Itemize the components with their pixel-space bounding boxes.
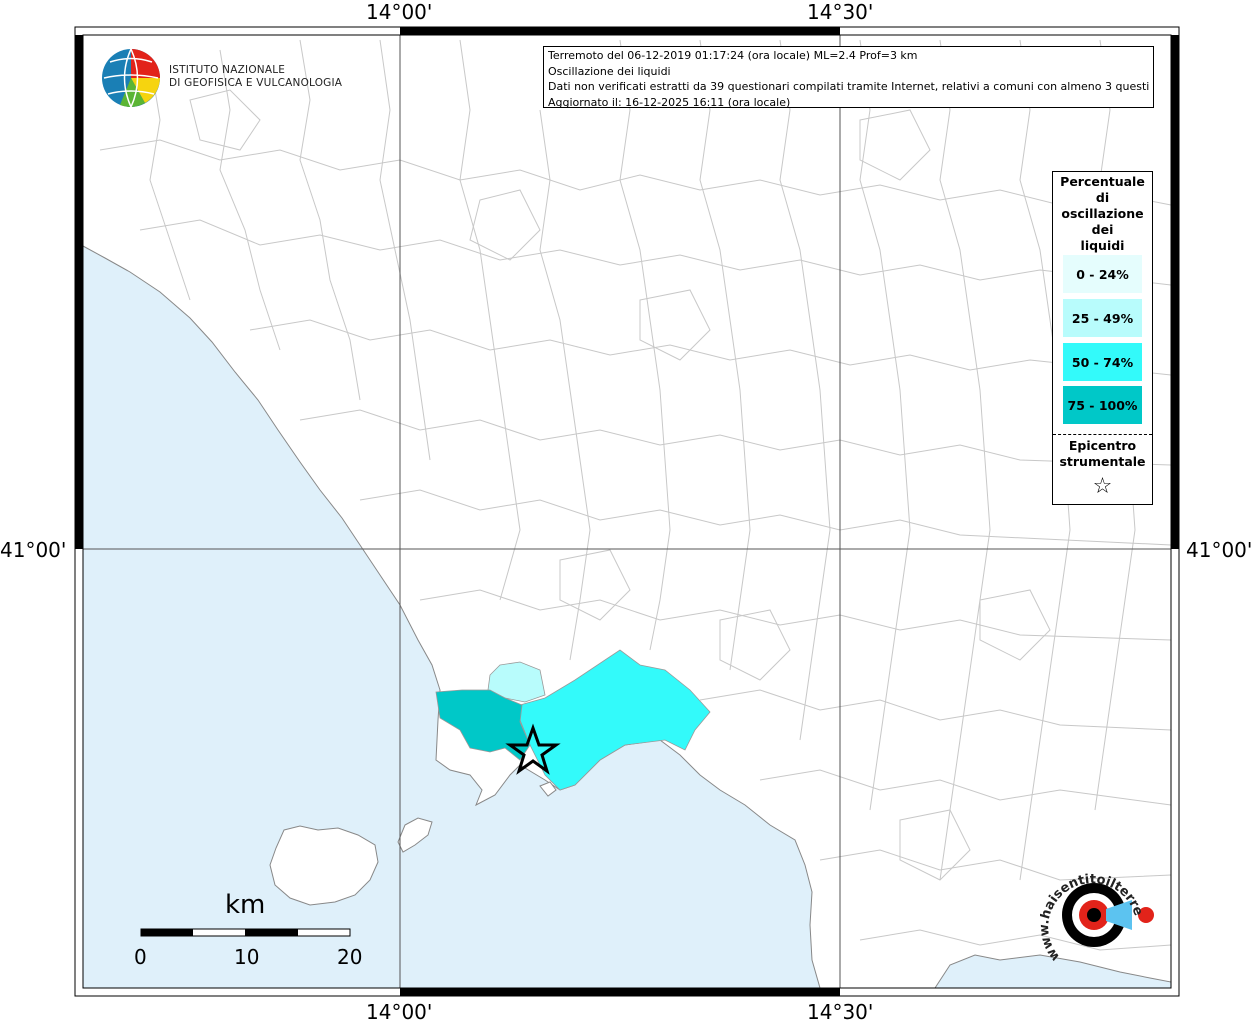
legend-epicenter-line: strumentale xyxy=(1059,454,1146,469)
event-info-box: Terremoto del 06-12-2019 01:17:24 (ora l… xyxy=(543,46,1154,109)
lat-label-right: 41°00' xyxy=(1186,538,1253,562)
update-time: Aggiornato il: 16-12-2025 16:11 (ora loc… xyxy=(548,95,791,109)
lat-label-left: 41°00' xyxy=(0,538,67,562)
scale-label-10: 10 xyxy=(234,945,260,969)
legend-epicenter-line: Epicentro xyxy=(1068,438,1137,453)
event-title: Terremoto del 06-12-2019 01:17:24 (ora l… xyxy=(548,49,918,62)
legend-star-icon: ☆ xyxy=(1092,474,1113,499)
scale-bar xyxy=(140,928,351,937)
legend-separator xyxy=(1053,434,1152,435)
legend-title-line: oscillazione xyxy=(1061,206,1144,221)
legend-title-line: di xyxy=(1095,190,1110,205)
map-subject: Oscillazione dei liquidi xyxy=(548,64,671,78)
legend: Percentuale di oscillazione dei liquidi … xyxy=(1052,171,1153,505)
watermark: www.haisentitoilterremoto.it xyxy=(1033,851,1146,972)
ingv-logo-text: ISTITUTO NAZIONALE DI GEOFISICA E VULCAN… xyxy=(169,64,342,90)
legend-title-line: dei xyxy=(1091,222,1114,237)
logo-line-1: ISTITUTO NAZIONALE xyxy=(169,64,286,76)
legend-title-line: Percentuale xyxy=(1060,174,1145,189)
ingv-logo-icon xyxy=(102,48,160,108)
legend-class-3: 75 - 100% xyxy=(1063,386,1142,424)
watermark-text-svg: www.haisentitoilterremoto.it xyxy=(1033,851,1146,964)
legend-title-line: liquidi xyxy=(1080,238,1125,253)
data-note: Dati non verificati estratti da 39 quest… xyxy=(548,80,1149,93)
lon-label-top-1: 14°00' xyxy=(366,0,433,24)
legend-epicenter-label: Epicentro strumentale xyxy=(1053,438,1152,470)
legend-class-0: 0 - 24% xyxy=(1063,255,1142,293)
legend-class-1: 25 - 49% xyxy=(1063,299,1142,337)
lon-label-bottom-2: 14°30' xyxy=(807,1000,874,1024)
scale-label-0: 0 xyxy=(134,945,147,969)
watermark-url: haisentitoilterremoto.it xyxy=(1040,862,1146,921)
svg-text:www.haisentitoilterremoto.it: www.haisentitoilterremoto.it xyxy=(1040,862,1146,964)
scale-unit: km xyxy=(225,890,266,920)
scale-label-20: 20 xyxy=(337,945,363,969)
lon-label-top-2: 14°30' xyxy=(807,0,874,24)
legend-class-2: 50 - 74% xyxy=(1063,343,1142,381)
logo-line-2: DI GEOFISICA E VULCANOLOGIA xyxy=(169,77,343,89)
lon-label-bottom-1: 14°00' xyxy=(366,1000,433,1024)
legend-title: Percentuale di oscillazione dei liquidi xyxy=(1053,174,1152,254)
watermark-prefix: www. xyxy=(1040,919,1063,964)
